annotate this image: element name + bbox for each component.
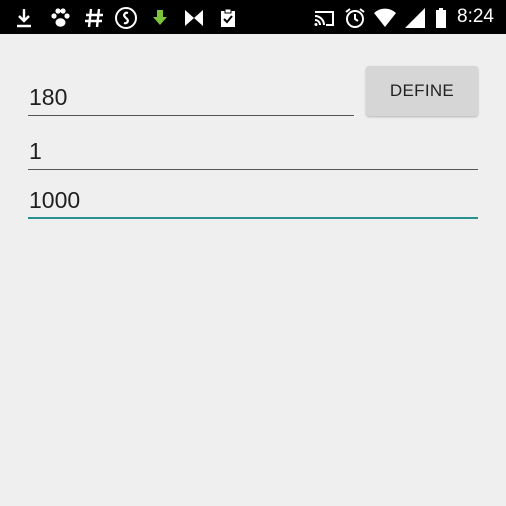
number-field-2-underline [28,169,478,170]
number-field-1-value: 180 [29,84,68,110]
shazam-icon [114,6,138,30]
cast-icon [312,6,336,30]
define-button[interactable]: DEFINE [366,66,478,116]
download-icon [12,6,36,30]
number-field-3[interactable]: 1000 [28,179,478,219]
battery-icon [429,6,453,30]
status-bar: 8:24 [0,0,506,34]
number-field-2-value: 1 [29,138,42,164]
paw-icon [48,6,72,30]
status-time: 8:24 [457,6,494,27]
wifi-icon [373,6,397,30]
number-field-1-underline [28,115,354,116]
hash-icon [82,6,106,30]
bowtie-icon [182,6,206,30]
signal-icon [403,6,427,30]
green-download-icon [148,6,172,30]
clipboard-check-icon [216,6,240,30]
number-field-3-value: 1000 [29,187,81,213]
number-field-3-underline [28,217,478,219]
number-field-1[interactable]: 180 [28,76,354,116]
alarm-icon [343,6,367,30]
number-field-2[interactable]: 1 [28,130,478,170]
